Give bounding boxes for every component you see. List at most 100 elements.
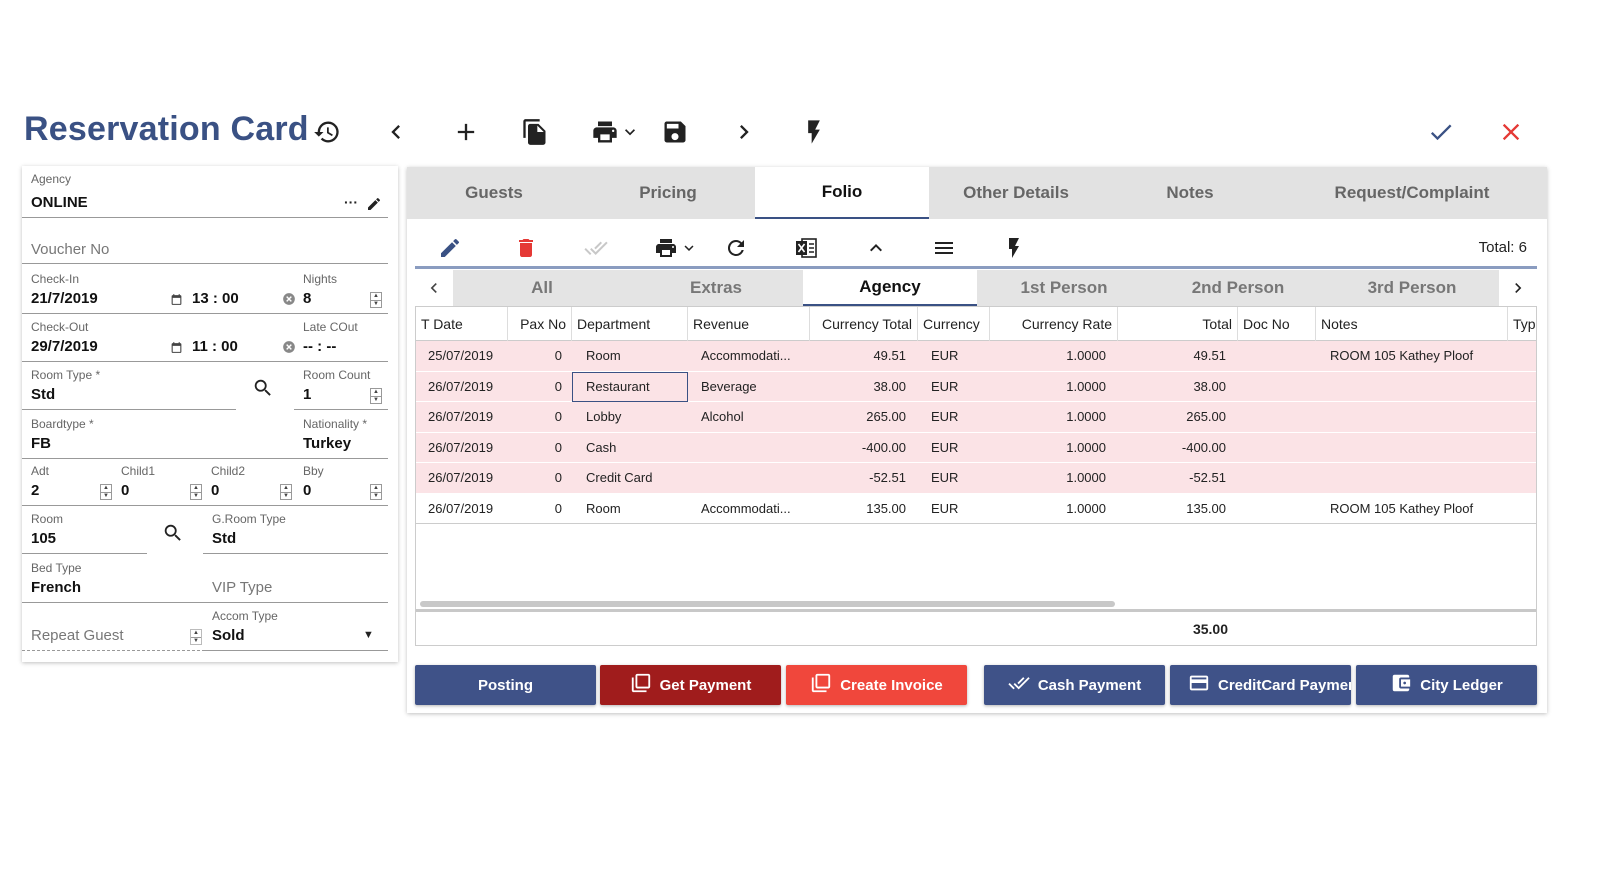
cell-dept[interactable]: Lobby: [586, 402, 686, 432]
cell-notes[interactable]: ROOM 105 Kathey Ploof: [1330, 341, 1510, 371]
baby-stepper[interactable]: ▲ ▼: [370, 484, 382, 500]
col-revenue[interactable]: Revenue: [688, 307, 810, 341]
cell-doc[interactable]: [1244, 341, 1314, 371]
refresh-icon[interactable]: [721, 233, 751, 263]
child1-field[interactable]: Child1 0 ▲ ▼: [112, 462, 206, 506]
cell-cur[interactable]: EUR: [931, 402, 981, 432]
col-total[interactable]: Total: [1118, 307, 1238, 341]
cell-doc[interactable]: [1244, 402, 1314, 432]
edit-icon[interactable]: [435, 233, 465, 263]
chevron-down-icon[interactable]: [679, 233, 699, 263]
posting-button[interactable]: Posting: [415, 665, 596, 705]
cell-doc[interactable]: [1244, 372, 1314, 402]
cell-rev[interactable]: [701, 433, 807, 463]
cell-total[interactable]: 265.00: [1126, 402, 1226, 432]
child1-stepper[interactable]: ▲ ▼: [190, 484, 202, 500]
col-type[interactable]: Typ: [1508, 307, 1536, 341]
cell-dept[interactable]: Cash: [586, 433, 686, 463]
horizontal-scrollbar[interactable]: [420, 601, 1115, 607]
cell-pax[interactable]: 0: [512, 402, 562, 432]
cell-dept[interactable]: Room: [586, 341, 686, 371]
cell-pax[interactable]: 0: [512, 433, 562, 463]
late-cout-field[interactable]: Late COut -- : --: [294, 318, 388, 362]
table-row[interactable]: 26/07/2019 0 Lobby Alcohol 265.00 EUR 1.0000 26…: [416, 402, 1536, 433]
subtab-3rd-person[interactable]: 3rd Person: [1325, 270, 1499, 306]
groom-type-field[interactable]: G.Room Type Std: [203, 510, 388, 554]
chevron-up-icon[interactable]: [861, 233, 891, 263]
cell-ctotal[interactable]: -52.51: [816, 463, 906, 493]
excel-icon[interactable]: [791, 233, 821, 263]
search-icon[interactable]: [252, 377, 274, 404]
table-row[interactable]: 26/07/2019 0 Room Accommodati... 135.00 EUR 1.…: [416, 493, 1536, 524]
cell-rev[interactable]: [701, 463, 807, 493]
tab-request-complaint[interactable]: Request/Complaint: [1277, 167, 1547, 219]
cell-total[interactable]: -400.00: [1126, 433, 1226, 463]
cell-pax[interactable]: 0: [512, 494, 562, 524]
close-icon[interactable]: [1493, 114, 1529, 150]
get-payment-button[interactable]: Get Payment: [600, 665, 781, 705]
cell-ctotal[interactable]: 265.00: [816, 402, 906, 432]
nights-stepper[interactable]: ▲ ▼: [370, 292, 382, 308]
child2-stepper[interactable]: ▲ ▼: [280, 484, 292, 500]
cell-rate[interactable]: 1.0000: [1006, 494, 1106, 524]
cell-date[interactable]: 26/07/2019: [428, 433, 508, 463]
cell-date[interactable]: 26/07/2019: [428, 402, 508, 432]
col-currency-total[interactable]: Currency Total: [810, 307, 918, 341]
cell-notes[interactable]: [1330, 463, 1510, 493]
table-row[interactable]: 25/07/2019 0 Room Accommodati... 49.51 EUR 1.0…: [416, 341, 1536, 372]
history-icon[interactable]: [309, 114, 345, 150]
room-count-field[interactable]: Room Count 1 ▲ ▼: [294, 366, 388, 410]
adult-field[interactable]: Adt 2 ▲ ▼: [22, 462, 116, 506]
tab-pricing[interactable]: Pricing: [581, 167, 755, 219]
vip-type-field[interactable]: VIP Type: [203, 559, 388, 603]
city-ledger-button[interactable]: City Ledger: [1356, 665, 1537, 705]
subtab-extras[interactable]: Extras: [629, 270, 803, 306]
nationality-field[interactable]: Nationality * Turkey: [294, 415, 388, 459]
table-row[interactable]: 26/07/2019 0 Cash -400.00 EUR 1.0000 -400.00: [416, 432, 1536, 463]
baby-field[interactable]: Bby 0 ▲ ▼: [294, 462, 388, 506]
cell-rate[interactable]: 1.0000: [1006, 341, 1106, 371]
subtab-all[interactable]: All: [455, 270, 629, 306]
tab-other-details[interactable]: Other Details: [929, 167, 1103, 219]
cell-rate[interactable]: 1.0000: [1006, 402, 1106, 432]
cell-total[interactable]: 135.00: [1126, 494, 1226, 524]
child2-field[interactable]: Child2 0 ▲ ▼: [202, 462, 296, 506]
calendar-icon[interactable]: [170, 341, 183, 359]
agency-field[interactable]: Agency ONLINE ···: [22, 170, 388, 218]
checkout-field[interactable]: Check-Out 29/7/2019 11 : 00: [22, 318, 297, 362]
col-department[interactable]: Department: [572, 307, 688, 341]
plus-icon[interactable]: [448, 114, 484, 150]
cell-ctotal[interactable]: -400.00: [816, 433, 906, 463]
copy-icon[interactable]: [517, 114, 553, 150]
cell-total[interactable]: 49.51: [1126, 341, 1226, 371]
cell-rate[interactable]: 1.0000: [1006, 433, 1106, 463]
calendar-icon[interactable]: [170, 293, 183, 311]
cell-ctotal[interactable]: 38.00: [816, 372, 906, 402]
creditcard-payment-button[interactable]: CreditCard Payment: [1170, 665, 1351, 705]
cell-pax[interactable]: 0: [512, 341, 562, 371]
menu-icon[interactable]: [929, 233, 959, 263]
room-count-stepper[interactable]: ▲ ▼: [370, 388, 382, 404]
cell-date[interactable]: 26/07/2019: [428, 463, 508, 493]
cell-doc[interactable]: [1244, 433, 1314, 463]
cell-rev[interactable]: Accommodati...: [701, 341, 807, 371]
cell-rate[interactable]: 1.0000: [1006, 372, 1106, 402]
subtab-agency[interactable]: Agency: [803, 270, 977, 306]
subtab-2nd-person[interactable]: 2nd Person: [1151, 270, 1325, 306]
cell-cur[interactable]: EUR: [931, 341, 981, 371]
cell-cur[interactable]: EUR: [931, 463, 981, 493]
bed-type-field[interactable]: Bed Type French: [22, 559, 205, 603]
col-doc-no[interactable]: Doc No: [1238, 307, 1316, 341]
check-icon[interactable]: [1423, 114, 1459, 150]
cell-cur[interactable]: EUR: [931, 433, 981, 463]
cell-rev[interactable]: Accommodati...: [701, 494, 807, 524]
chevron-left-icon[interactable]: [378, 114, 414, 150]
cell-date[interactable]: 26/07/2019: [428, 494, 508, 524]
flash-icon[interactable]: [999, 233, 1029, 263]
col-notes[interactable]: Notes: [1316, 307, 1508, 341]
search-icon[interactable]: [162, 522, 184, 549]
cell-pax[interactable]: 0: [512, 463, 562, 493]
cell-date[interactable]: 25/07/2019: [428, 341, 508, 371]
cell-notes[interactable]: [1330, 433, 1510, 463]
repeat-guest-field[interactable]: Repeat Guest ▲ ▼: [22, 607, 205, 651]
